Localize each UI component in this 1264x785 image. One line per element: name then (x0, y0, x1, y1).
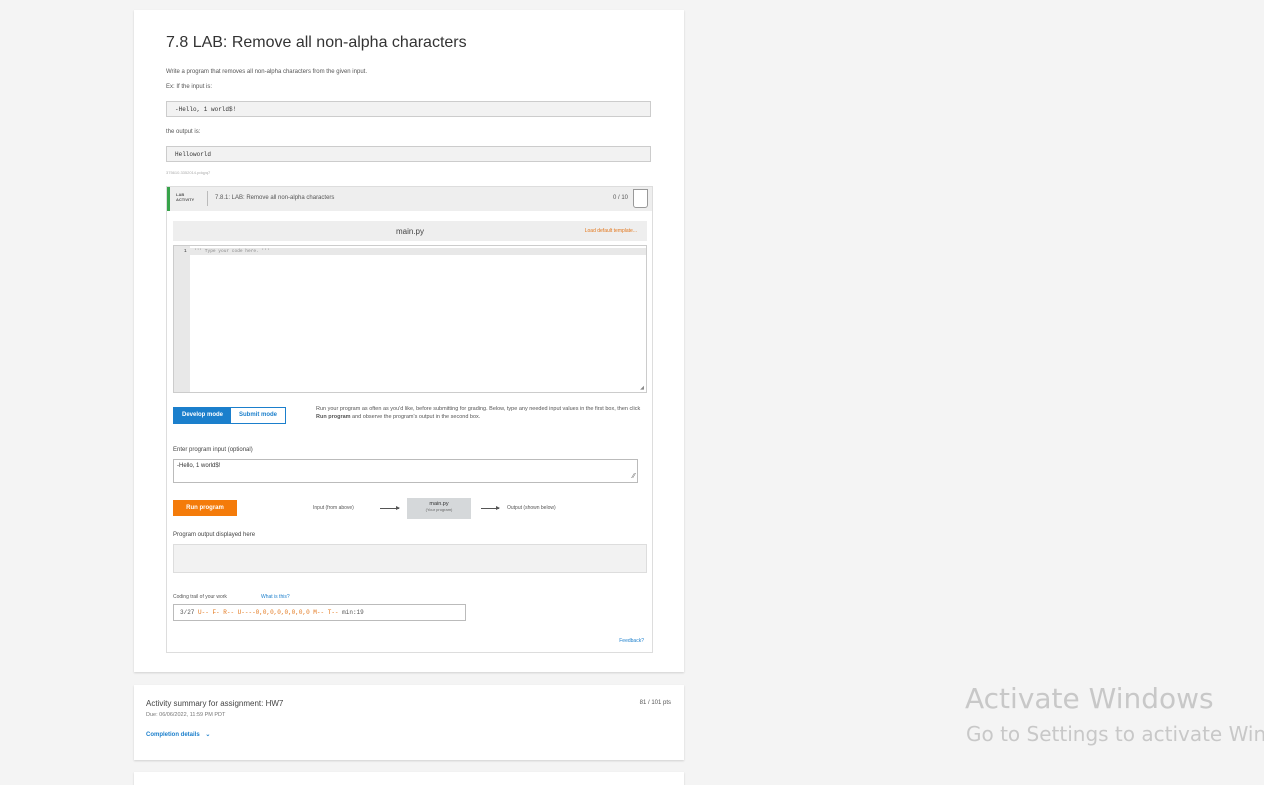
code-editor[interactable]: 1 ''' Type your code here. ''' ◢ (173, 245, 647, 393)
activity-type-badge: LAB ACTIVITY (176, 192, 195, 202)
summary-due-date: Due: 06/06/2022, 11:59 PM PDT (146, 712, 226, 718)
program-input-field[interactable]: -Hello, 1 world$! ⁄⁄ (173, 459, 638, 483)
flow-output-label: Output (shown below) (507, 505, 556, 511)
next-card (134, 772, 684, 785)
code-text: ''' Type your code here. ''' (194, 249, 270, 254)
windows-activation-hint: Go to Settings to activate Windows. (966, 722, 1264, 746)
submit-mode-button[interactable]: Submit mode (231, 408, 286, 423)
file-name: main.py (395, 227, 424, 236)
summary-points: 81 / 101 pts (639, 700, 671, 706)
activity-header: LAB ACTIVITY 7.8.1: LAB: Remove all non-… (167, 187, 652, 211)
header-divider (207, 191, 208, 206)
editor-toolbar: main.py Load default template... (173, 221, 647, 241)
lab-code-id: 375610.3352014.pdqyq7 (166, 170, 211, 175)
chevron-down-icon: ⌄ (205, 732, 211, 738)
run-program-button[interactable]: Run program (173, 500, 237, 516)
load-default-template-link[interactable]: Load default template... (585, 228, 637, 234)
program-input-label: Enter program input (optional) (173, 447, 253, 453)
example-input-box: -Hello, 1 world$! (166, 101, 651, 117)
completion-details-label: Completion details (146, 732, 200, 738)
editor-resize-icon[interactable]: ◢ (640, 385, 644, 391)
flow-program-sub: (Your program) (425, 507, 453, 512)
flow-arrow-icon (481, 506, 500, 510)
activity-score: 0 / 10 (612, 195, 628, 201)
flow-program-box: main.py (Your program) (407, 498, 471, 519)
coding-trail: 3/27 U-- F- R-- U----0,0,0,0,0,0,0,0 M--… (173, 604, 466, 621)
activity-name: 7.8.1: LAB: Remove all non-alpha charact… (215, 195, 335, 201)
what-is-this-link[interactable]: What is this? (261, 594, 290, 600)
flow-arrow-icon (380, 506, 400, 510)
mode-description: Run your program as often as you'd like,… (316, 406, 641, 420)
output-intro: the output is: (166, 129, 201, 135)
mode-toggle: Develop mode Submit mode (173, 407, 287, 424)
windows-activation-watermark: Activate Windows (965, 682, 1214, 715)
resize-handle-icon[interactable]: ⁄⁄ (633, 473, 635, 480)
lab-card: 7.8 LAB: Remove all non-alpha characters… (134, 10, 684, 672)
coding-trail-label: Coding trail of your work (173, 594, 227, 600)
lab-title: 7.8 LAB: Remove all non-alpha characters (166, 34, 467, 51)
program-output-label: Program output displayed here (173, 532, 256, 538)
activity-summary-card: Activity summary for assignment: HW7 Due… (134, 685, 684, 760)
summary-title: Activity summary for assignment: HW7 (146, 699, 284, 708)
code-line: 1 ''' Type your code here. ''' (174, 248, 646, 255)
lab-prompt: Write a program that removes all non-alp… (166, 69, 367, 75)
program-input-value: -Hello, 1 world$! (177, 463, 221, 469)
example-intro: Ex: If the input is: (166, 84, 213, 90)
flow-input-label: Input (from above) (313, 505, 354, 511)
completion-flag-icon (633, 189, 648, 208)
completion-details-toggle[interactable]: Completion details ⌄ (146, 731, 210, 738)
feedback-link[interactable]: Feedback? (619, 638, 644, 644)
program-output-box (173, 544, 647, 573)
line-number: 1 (184, 249, 187, 254)
line-number-gutter (174, 246, 190, 392)
example-output-box: Helloworld (166, 146, 651, 162)
lab-activity: LAB ACTIVITY 7.8.1: LAB: Remove all non-… (166, 186, 653, 653)
develop-mode-button[interactable]: Develop mode (174, 408, 232, 423)
